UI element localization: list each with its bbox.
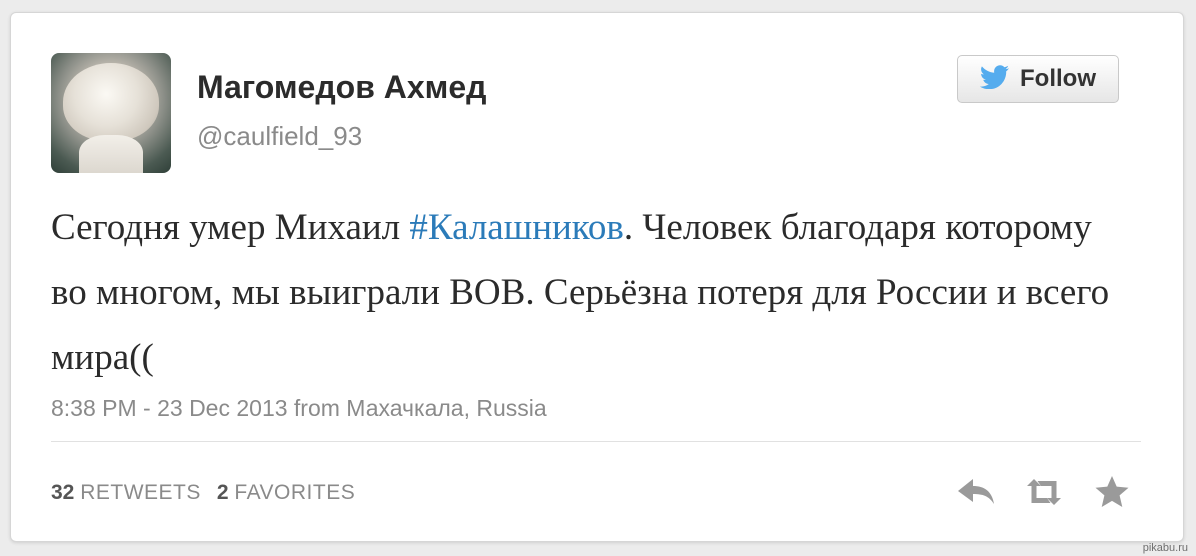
- tweet-actions: [955, 473, 1133, 515]
- reply-icon: [956, 476, 996, 513]
- bird-icon: [979, 64, 1010, 94]
- reply-button[interactable]: [955, 473, 997, 515]
- retweets-stat[interactable]: 32 RETWEETS: [51, 481, 201, 505]
- user-handle[interactable]: @caulfield_93: [197, 121, 362, 152]
- favorite-star-icon: [1094, 475, 1130, 514]
- avatar-hat: [63, 63, 159, 141]
- favorites-count: 2: [216, 481, 229, 504]
- favorite-button[interactable]: [1091, 473, 1133, 515]
- watermark: pikabu.ru: [1142, 542, 1188, 554]
- favorites-stat[interactable]: 2 FAVORITES: [217, 481, 355, 505]
- tweet-timestamp[interactable]: 8:38 PM - 23 Dec 2013 from Махачкала, Ru…: [51, 395, 547, 422]
- tweet-card: Магомедов Ахмед @caulfield_93 Follow Сег…: [10, 12, 1184, 542]
- retweets-count: 32: [51, 481, 75, 504]
- tweet-text: Сегодня умер Михаил #Калашников. Человек…: [51, 195, 1111, 390]
- hashtag-link[interactable]: #Калашников: [409, 207, 623, 248]
- retweet-icon: [1023, 476, 1065, 513]
- user-display-name[interactable]: Магомедов Ахмед: [197, 69, 486, 106]
- retweet-button[interactable]: [1023, 473, 1065, 515]
- favorites-label: FAVORITES: [234, 481, 356, 504]
- retweets-label: RETWEETS: [80, 481, 201, 504]
- tweet-stats: 32 RETWEETS 2 FAVORITES: [51, 481, 355, 505]
- divider: [51, 441, 1141, 442]
- follow-button[interactable]: Follow: [957, 55, 1119, 103]
- tweet-text-part: Сегодня умер Михаил: [51, 207, 410, 248]
- follow-label: Follow: [1020, 65, 1096, 92]
- avatar-shirt: [79, 135, 143, 173]
- avatar[interactable]: [51, 53, 171, 173]
